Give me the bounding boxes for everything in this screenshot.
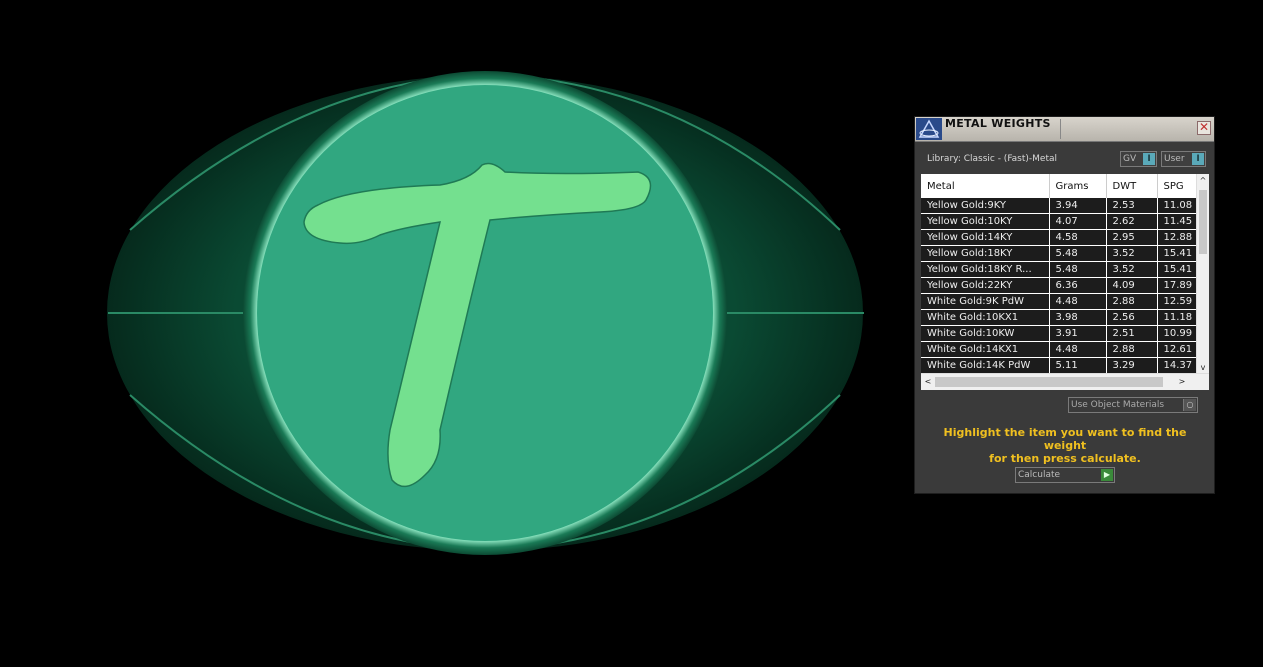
cell-metal[interactable]: Yellow Gold:9KY bbox=[921, 198, 1050, 214]
column-header-metal[interactable]: Metal bbox=[921, 174, 1050, 198]
metal-table: Metal Grams DWT SPG Yellow Gold:9KY 3.94 2… bbox=[921, 174, 1198, 374]
cell-spg[interactable]: 12.88 bbox=[1157, 229, 1198, 246]
vertical-scroll-thumb[interactable] bbox=[1199, 190, 1207, 254]
table-row[interactable]: White Gold:14K PdW 5.11 3.29 14.37 bbox=[921, 357, 1198, 374]
cell-grams[interactable]: 3.91 bbox=[1049, 325, 1107, 342]
cell-dwt[interactable]: 2.62 bbox=[1106, 213, 1158, 230]
cell-spg[interactable]: 14.37 bbox=[1157, 357, 1198, 374]
panel-title: METAL WEIGHTS bbox=[945, 117, 1051, 130]
scroll-down-icon[interactable]: v bbox=[1197, 363, 1209, 372]
table-row[interactable]: Yellow Gold:22KY 6.36 4.09 17.89 bbox=[921, 277, 1198, 294]
cell-dwt[interactable]: 2.95 bbox=[1106, 229, 1158, 246]
cell-dwt[interactable]: 2.88 bbox=[1106, 341, 1158, 358]
user-toggle-label: User bbox=[1164, 154, 1185, 164]
use-object-materials-label: Use Object Materials bbox=[1071, 400, 1165, 410]
cell-spg[interactable]: 10.99 bbox=[1157, 325, 1198, 342]
cell-metal[interactable]: White Gold:10KW bbox=[921, 325, 1050, 342]
cell-grams[interactable]: 4.07 bbox=[1049, 213, 1107, 230]
user-toggle[interactable]: User I bbox=[1161, 151, 1206, 167]
instructions-text: Highlight the item you want to find the … bbox=[925, 426, 1205, 465]
library-label: Library: Classic - (Fast)-Metal bbox=[927, 154, 1058, 164]
cell-grams[interactable]: 3.98 bbox=[1049, 309, 1107, 326]
cell-metal[interactable]: White Gold:9K PdW bbox=[921, 293, 1050, 310]
scroll-up-icon[interactable]: ^ bbox=[1197, 176, 1209, 185]
table-row[interactable]: Yellow Gold:18KY R... 5.48 3.52 15.41 bbox=[921, 261, 1198, 278]
column-header-spg[interactable]: SPG bbox=[1157, 174, 1198, 198]
cell-spg[interactable]: 12.59 bbox=[1157, 293, 1198, 310]
cell-spg[interactable]: 17.89 bbox=[1157, 277, 1198, 294]
horizontal-scrollbar[interactable]: < > bbox=[921, 373, 1209, 390]
metal-table-container: Metal Grams DWT SPG Yellow Gold:9KY 3.94 2… bbox=[921, 174, 1209, 390]
cell-spg[interactable]: 11.08 bbox=[1157, 198, 1198, 214]
table-row[interactable]: Yellow Gold:14KY 4.58 2.95 12.88 bbox=[921, 229, 1198, 246]
calculate-button[interactable]: Calculate ▶ bbox=[1015, 467, 1115, 483]
cell-grams[interactable]: 3.94 bbox=[1049, 198, 1107, 214]
cell-grams[interactable]: 4.58 bbox=[1049, 229, 1107, 246]
cell-dwt[interactable]: 4.09 bbox=[1106, 277, 1158, 294]
table-row[interactable]: Yellow Gold:18KY 5.48 3.52 15.41 bbox=[921, 245, 1198, 262]
cell-grams[interactable]: 5.48 bbox=[1049, 245, 1107, 262]
close-icon[interactable]: ✕ bbox=[1197, 121, 1211, 135]
play-arrow-icon[interactable]: ▶ bbox=[1101, 469, 1113, 481]
cell-grams[interactable]: 4.48 bbox=[1049, 293, 1107, 310]
cell-metal[interactable]: Yellow Gold:22KY bbox=[921, 277, 1050, 294]
cell-metal[interactable]: Yellow Gold:18KY bbox=[921, 245, 1050, 262]
cell-metal[interactable]: Yellow Gold:10KY bbox=[921, 213, 1050, 230]
cell-spg[interactable]: 15.41 bbox=[1157, 261, 1198, 278]
cell-spg[interactable]: 15.41 bbox=[1157, 245, 1198, 262]
calculate-label: Calculate bbox=[1018, 470, 1061, 480]
cell-spg[interactable]: 11.18 bbox=[1157, 309, 1198, 326]
vertical-scrollbar[interactable]: ^ v bbox=[1196, 174, 1209, 374]
cell-metal[interactable]: White Gold:14KX1 bbox=[921, 341, 1050, 358]
cell-metal[interactable]: Yellow Gold:18KY R... bbox=[921, 261, 1050, 278]
cell-metal[interactable]: Yellow Gold:14KY bbox=[921, 229, 1050, 246]
cell-dwt[interactable]: 3.29 bbox=[1106, 357, 1158, 374]
ring-top-face bbox=[257, 85, 713, 541]
table-row[interactable]: White Gold:14KX1 4.48 2.88 12.61 bbox=[921, 341, 1198, 358]
user-toggle-knob[interactable]: I bbox=[1192, 153, 1204, 165]
cell-grams[interactable]: 6.36 bbox=[1049, 277, 1107, 294]
cell-spg[interactable]: 12.61 bbox=[1157, 341, 1198, 358]
cell-dwt[interactable]: 3.52 bbox=[1106, 261, 1158, 278]
cell-spg[interactable]: 11.45 bbox=[1157, 213, 1198, 230]
table-row[interactable]: White Gold:9K PdW 4.48 2.88 12.59 bbox=[921, 293, 1198, 310]
column-header-dwt[interactable]: DWT bbox=[1106, 174, 1158, 198]
scroll-right-icon[interactable]: > bbox=[1176, 377, 1188, 386]
cell-grams[interactable]: 4.48 bbox=[1049, 341, 1107, 358]
horizontal-scroll-thumb[interactable] bbox=[935, 377, 1163, 387]
cell-dwt[interactable]: 3.52 bbox=[1106, 245, 1158, 262]
cell-grams[interactable]: 5.48 bbox=[1049, 261, 1107, 278]
table-row[interactable]: Yellow Gold:9KY 3.94 2.53 11.08 bbox=[921, 198, 1198, 214]
cell-metal[interactable]: White Gold:10KX1 bbox=[921, 309, 1050, 326]
title-divider bbox=[1060, 119, 1061, 139]
table-row[interactable]: White Gold:10KX1 3.98 2.56 11.18 bbox=[921, 309, 1198, 326]
column-header-grams[interactable]: Grams bbox=[1049, 174, 1107, 198]
radio-circle-icon[interactable]: ○ bbox=[1183, 399, 1196, 411]
cell-grams[interactable]: 5.11 bbox=[1049, 357, 1107, 374]
table-row[interactable]: Yellow Gold:10KY 4.07 2.62 11.45 bbox=[921, 213, 1198, 230]
table-row[interactable]: White Gold:10KW 3.91 2.51 10.99 bbox=[921, 325, 1198, 342]
table-header-row: Metal Grams DWT SPG bbox=[921, 174, 1198, 198]
gv-toggle-knob[interactable]: I bbox=[1143, 153, 1155, 165]
gv-toggle-label: GV bbox=[1123, 154, 1137, 164]
cell-dwt[interactable]: 2.88 bbox=[1106, 293, 1158, 310]
cell-metal[interactable]: White Gold:14K PdW bbox=[921, 357, 1050, 374]
instructions-line-1: Highlight the item you want to find the … bbox=[943, 426, 1187, 452]
use-object-materials-option[interactable]: Use Object Materials ○ bbox=[1068, 397, 1198, 413]
panel-titlebar[interactable]: METAL WEIGHTS ✕ bbox=[915, 117, 1214, 142]
instructions-line-2: for then press calculate. bbox=[989, 452, 1141, 465]
ring-model bbox=[107, 71, 864, 555]
scroll-left-icon[interactable]: < bbox=[922, 377, 934, 386]
cell-dwt[interactable]: 2.56 bbox=[1106, 309, 1158, 326]
gv-toggle[interactable]: GV I bbox=[1120, 151, 1157, 167]
app-logo-icon bbox=[916, 118, 942, 140]
metal-weights-panel: METAL WEIGHTS ✕ Library: Classic - (Fast… bbox=[914, 116, 1215, 494]
cell-dwt[interactable]: 2.51 bbox=[1106, 325, 1158, 342]
cell-dwt[interactable]: 2.53 bbox=[1106, 198, 1158, 214]
